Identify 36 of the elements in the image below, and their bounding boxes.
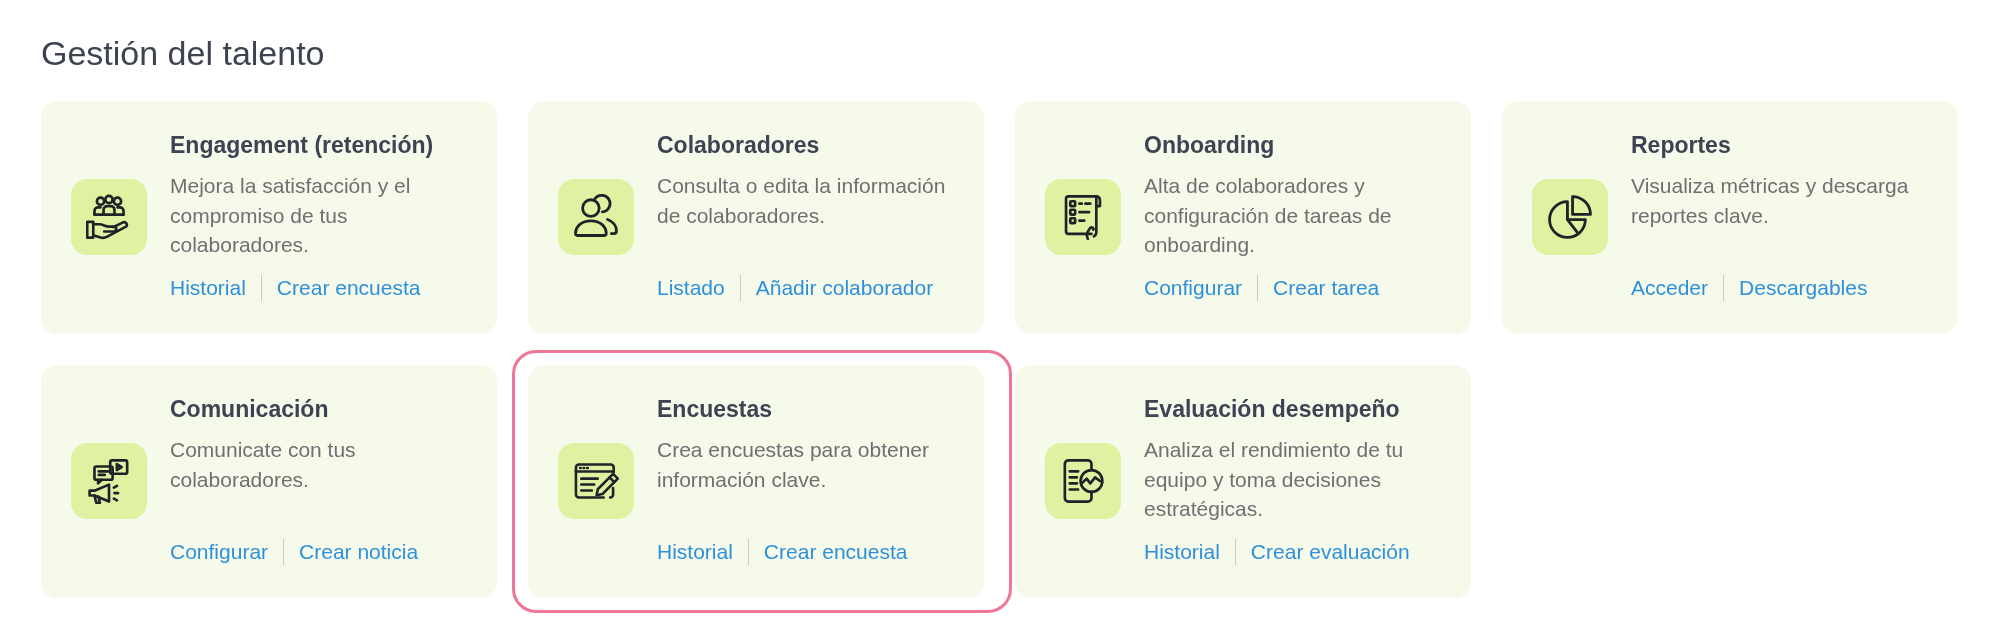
card-title: Encuestas <box>657 395 773 423</box>
megaphone-chat-icon <box>71 442 147 519</box>
card-link[interactable]: Historial <box>1144 538 1220 566</box>
checklist-icon <box>1045 178 1121 255</box>
card-title: Comunicación <box>170 395 329 423</box>
card-link[interactable]: Añadir colaborador <box>755 274 934 302</box>
card-description: Crea encuestas para obtener información clave. <box>657 437 930 493</box>
card-link[interactable]: Historial <box>170 274 246 302</box>
document-chart-icon <box>1045 442 1121 519</box>
card-link[interactable]: Crear encuesta <box>763 538 908 566</box>
card-link[interactable]: Historial <box>657 538 733 566</box>
card-link[interactable]: Crear encuesta <box>276 274 421 302</box>
users-icon <box>558 178 634 255</box>
card-link[interactable]: Descargables <box>1739 274 1868 302</box>
card-description: Analiza el rendimiento de tu equipo y toma decisiones estratégicas. <box>1144 437 1405 522</box>
card-description: Alta de colaboradores y configuración de tareas de onboarding. <box>1144 173 1393 258</box>
card-link[interactable]: Crear noticia <box>299 538 419 566</box>
card-title: Evaluación desempeño <box>1144 395 1400 423</box>
card-title: Onboarding <box>1144 131 1275 159</box>
card-title: Reportes <box>1631 131 1731 159</box>
card-link[interactable]: Crear evaluación <box>1250 538 1410 566</box>
card-description: Mejora la satisfacción y el compromiso de tus colaboradores. <box>170 173 412 258</box>
card-link[interactable]: Acceder <box>1631 274 1709 302</box>
card-title: Engagement (retención) <box>170 131 434 159</box>
card-link[interactable]: Crear tarea <box>1273 274 1380 302</box>
hand-with-people-icon <box>71 178 147 255</box>
section-heading: Gestión del talento <box>41 33 325 73</box>
card-description: Consulta o edita la información de colaboradores. <box>657 173 947 229</box>
card-description: Comunicate con tus colaboradores. <box>170 437 357 493</box>
card-title: Colaboradores <box>657 131 820 159</box>
card-link[interactable]: Listado <box>657 274 725 302</box>
card-description: Visualiza métricas y descarga reportes clave. <box>1631 173 1910 229</box>
form-pencil-icon <box>558 442 634 519</box>
pie-chart-icon <box>1532 178 1608 255</box>
card-link[interactable]: Configurar <box>1144 274 1243 302</box>
card-link[interactable]: Configurar <box>170 538 269 566</box>
